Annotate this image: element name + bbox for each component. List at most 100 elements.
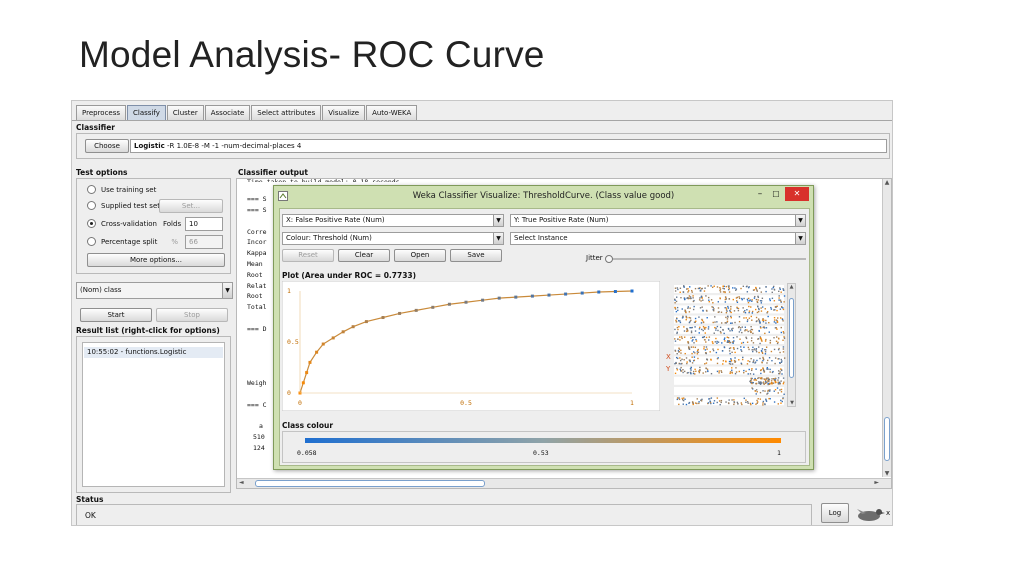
list-item[interactable]: 10:55:02 - functions.Logistic <box>84 347 223 358</box>
attribute-strip[interactable] <box>674 305 785 314</box>
folds-input[interactable]: 10 <box>185 217 223 231</box>
use-training-radio[interactable] <box>87 185 96 194</box>
roc-point[interactable] <box>547 293 551 297</box>
attribute-strip[interactable] <box>674 356 786 365</box>
instance-select[interactable]: Select Instance ▼ <box>510 232 806 245</box>
roc-point[interactable] <box>497 296 501 300</box>
hscrollbar-thumb[interactable] <box>255 480 485 487</box>
jitter-slider[interactable] <box>605 255 806 263</box>
weka-bird-icon <box>857 509 885 521</box>
log-button[interactable]: Log <box>821 503 849 523</box>
roc-point[interactable] <box>564 292 568 296</box>
tab-classify[interactable]: Classify <box>127 105 166 120</box>
roc-point[interactable] <box>514 295 518 299</box>
start-button[interactable]: Start <box>80 308 152 322</box>
attribute-strip[interactable] <box>674 285 785 294</box>
roc-point[interactable] <box>364 320 368 324</box>
tab-select-attributes[interactable]: Select attributes <box>251 105 322 120</box>
roc-point[interactable] <box>580 291 584 295</box>
output-scrollbar[interactable]: ▲ ▼ <box>882 179 891 477</box>
side-y-label: Y <box>666 365 671 373</box>
maximize-icon[interactable]: ☐ <box>769 188 783 202</box>
scrollbar-thumb[interactable] <box>884 417 890 461</box>
attribute-strip[interactable] <box>674 397 784 406</box>
stop-button[interactable]: Stop <box>156 308 228 322</box>
result-list-box[interactable]: 10:55:02 - functions.Logistic <box>82 342 225 487</box>
attribute-scrollbar[interactable]: ▲ ▼ <box>787 283 796 407</box>
classifier-output-section-label: Classifier output <box>238 168 308 177</box>
save-button[interactable]: Save <box>450 249 502 262</box>
clear-button[interactable]: Clear <box>338 249 390 262</box>
roc-point[interactable] <box>481 298 485 302</box>
attribute-strip[interactable] <box>674 295 786 304</box>
percentage-split-option[interactable]: Percentage split % <box>87 237 178 246</box>
attribute-strip[interactable] <box>674 387 785 395</box>
attribute-strip[interactable] <box>674 376 785 386</box>
roc-point[interactable] <box>613 290 617 294</box>
window-titlebar[interactable]: Weka Classifier Visualize: ThresholdCurv… <box>274 186 813 206</box>
roc-point[interactable] <box>331 336 335 340</box>
x-axis-select[interactable]: X: False Positive Rate (Num) ▼ <box>282 214 504 227</box>
colour-select[interactable]: Colour: Threshold (Num) ▼ <box>282 232 504 245</box>
threshold-curve-window[interactable]: Weka Classifier Visualize: ThresholdCurv… <box>273 185 814 470</box>
classifier-config-field[interactable]: Logistic -R 1.0E-8 -M -1 -num-decimal-pl… <box>130 139 887 153</box>
y-tick-label: 1 <box>287 287 291 295</box>
roc-point[interactable] <box>321 342 325 346</box>
use-training-option[interactable]: Use training set <box>87 185 156 194</box>
cross-validation-radio[interactable] <box>87 219 96 228</box>
supplied-test-radio[interactable] <box>87 201 96 210</box>
scroll-down-icon[interactable]: ▼ <box>788 400 796 406</box>
roc-point[interactable] <box>464 300 468 304</box>
tab-auto-weka[interactable]: Auto-WEKA <box>366 105 418 120</box>
percentage-input[interactable]: 66 <box>185 235 223 249</box>
scroll-up-icon[interactable]: ▲ <box>883 179 891 186</box>
tab-preprocess[interactable]: Preprocess <box>76 105 127 120</box>
reset-button[interactable]: Reset <box>282 249 334 262</box>
minimize-icon[interactable]: – <box>753 188 767 202</box>
open-button[interactable]: Open <box>394 249 446 262</box>
percentage-split-radio[interactable] <box>87 237 96 246</box>
attribute-strip[interactable] <box>674 315 784 324</box>
roc-point[interactable] <box>351 325 355 329</box>
scrollbar-thumb[interactable] <box>789 298 794 378</box>
y-axis-select[interactable]: Y: True Positive Rate (Num) ▼ <box>510 214 806 227</box>
scroll-left-icon[interactable]: ◄ <box>239 479 244 486</box>
attribute-strip[interactable] <box>674 325 785 335</box>
choose-button[interactable]: Choose <box>85 139 129 153</box>
roc-point[interactable] <box>431 305 435 309</box>
roc-point[interactable] <box>381 316 385 320</box>
roc-point[interactable] <box>597 290 601 294</box>
y-tick-label: 0.5 <box>287 338 299 346</box>
tab-associate[interactable]: Associate <box>204 105 251 120</box>
attribute-strip[interactable] <box>674 346 785 355</box>
scroll-up-icon[interactable]: ▲ <box>788 284 795 290</box>
roc-point[interactable] <box>308 360 312 364</box>
roc-point[interactable] <box>630 289 634 293</box>
supplied-test-option[interactable]: Supplied test set <box>87 201 160 210</box>
output-hscrollbar[interactable]: ◄ ► <box>237 478 891 488</box>
tab-visualize[interactable]: Visualize <box>322 105 366 120</box>
roc-point[interactable] <box>305 371 309 375</box>
attribute-strips[interactable] <box>674 283 786 407</box>
more-options-button[interactable]: More options... <box>87 253 225 267</box>
roc-plot[interactable]: 0 0.5 1 0 0.5 1 <box>282 281 660 411</box>
jitter-slider-thumb[interactable] <box>605 255 613 263</box>
attribute-strip[interactable] <box>674 336 786 345</box>
set-button[interactable]: Set... <box>159 199 223 213</box>
roc-point[interactable] <box>301 381 305 385</box>
roc-point[interactable] <box>414 308 418 312</box>
scroll-right-icon[interactable]: ► <box>874 479 879 486</box>
attribute-strip[interactable] <box>674 366 784 375</box>
scroll-down-icon[interactable]: ▼ <box>883 470 891 477</box>
x-axis-select-value: X: False Positive Rate (Num) <box>286 216 385 224</box>
x-tick-label: 1 <box>630 399 634 407</box>
roc-point[interactable] <box>398 311 402 315</box>
class-select[interactable]: (Nom) class ▼ <box>76 282 233 299</box>
tab-cluster[interactable]: Cluster <box>166 105 204 120</box>
roc-point[interactable] <box>530 294 534 298</box>
close-icon[interactable]: ✕ <box>785 187 809 201</box>
cross-validation-option[interactable]: Cross-validation Folds <box>87 219 181 228</box>
roc-point[interactable] <box>315 350 319 354</box>
roc-point[interactable] <box>341 330 345 334</box>
roc-point[interactable] <box>447 302 451 306</box>
